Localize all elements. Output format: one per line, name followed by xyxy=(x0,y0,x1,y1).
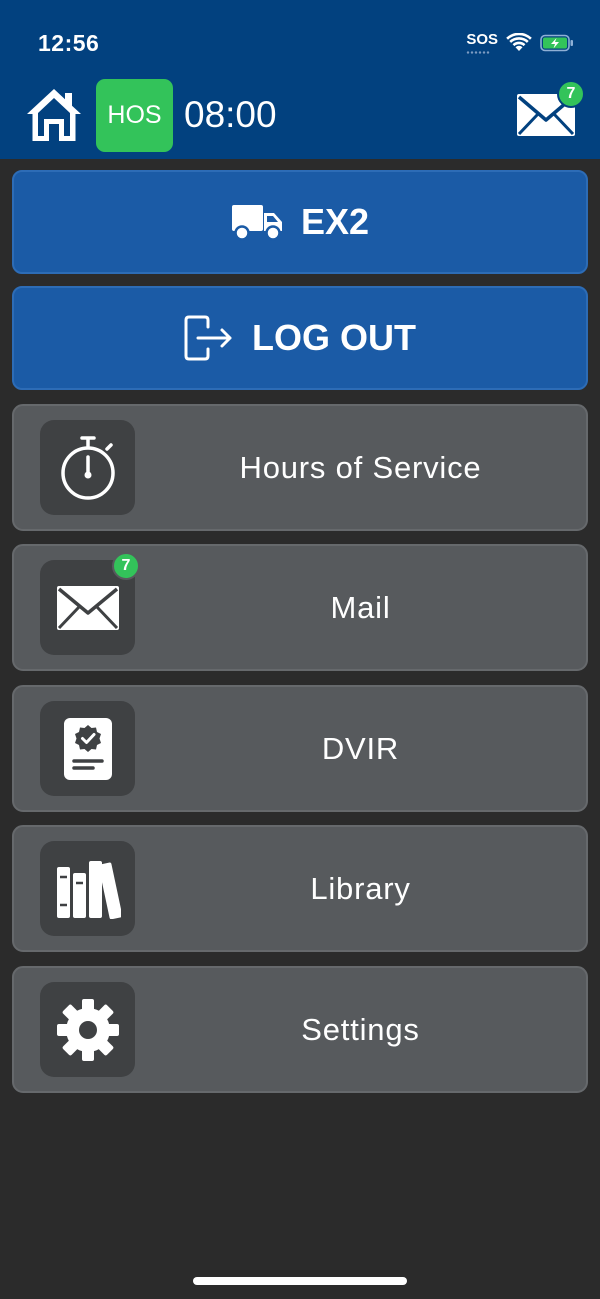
menu-item-library[interactable]: Library xyxy=(12,825,588,952)
menu-label: Mail xyxy=(330,589,391,625)
menu-label: Library xyxy=(310,870,411,906)
menu-item-dvir[interactable]: DVIR xyxy=(12,685,588,812)
vehicle-button[interactable]: EX2 xyxy=(12,170,588,274)
home-button[interactable] xyxy=(24,86,84,144)
hos-status-badge[interactable]: HOS xyxy=(96,79,173,152)
battery-charging-icon xyxy=(540,34,573,51)
menu-label: Hours of Service xyxy=(239,449,482,485)
hos-time-remaining: 08:00 xyxy=(184,94,277,135)
wifi-icon xyxy=(506,33,532,51)
inspection-report-icon xyxy=(63,717,112,780)
menu-icon-box xyxy=(40,841,135,936)
logout-button[interactable]: LOG OUT xyxy=(12,286,588,390)
app-header: 12:56 SOS HOS 08:00 7 xyxy=(0,0,600,159)
menu-icon-box xyxy=(40,982,135,1077)
header-mail-badge: 7 xyxy=(557,80,585,108)
menu-label: DVIR xyxy=(321,730,400,766)
gear-icon xyxy=(56,998,119,1061)
status-icons: SOS xyxy=(466,31,574,54)
menu-item-mail[interactable]: Mail xyxy=(12,544,588,671)
stopwatch-icon xyxy=(60,435,115,500)
logout-label: LOG OUT xyxy=(252,317,416,358)
mail-unread-badge: 7 xyxy=(112,552,140,580)
menu-item-hours-of-service[interactable]: Hours of Service xyxy=(12,404,588,531)
signal-dots xyxy=(466,51,491,54)
books-icon xyxy=(56,860,121,919)
status-time: 12:56 xyxy=(38,30,100,56)
menu-item-settings[interactable]: Settings xyxy=(12,966,588,1093)
sos-label: SOS xyxy=(466,31,498,48)
vehicle-label: EX2 xyxy=(300,201,370,242)
home-icon xyxy=(27,89,81,141)
truck-icon xyxy=(231,205,282,241)
logout-icon xyxy=(184,315,232,361)
menu-icon-box xyxy=(40,701,135,796)
sos-indicator: SOS xyxy=(466,31,498,54)
menu-label: Settings xyxy=(301,1011,420,1047)
envelope-icon xyxy=(56,585,119,630)
menu-icon-box xyxy=(40,420,135,515)
home-indicator[interactable] xyxy=(193,1277,407,1285)
